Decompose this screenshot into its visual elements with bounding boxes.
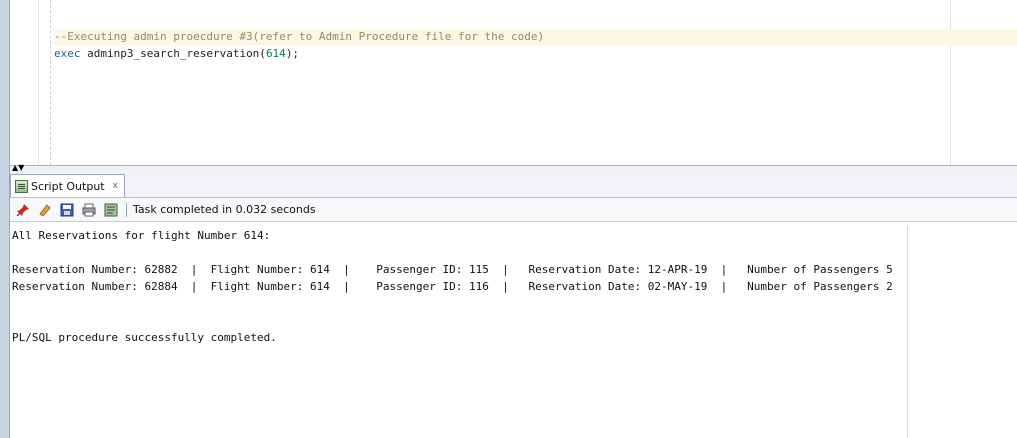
code-exec-line[interactable]: exec adminp3_search_reservation(614);	[54, 46, 299, 62]
script-output-icon	[15, 179, 28, 193]
exec-procedure: adminp3_search_reservation(	[80, 47, 266, 60]
editor-right-margin	[950, 0, 951, 165]
exec-keyword: exec	[54, 47, 81, 60]
script-output-pane[interactable]: All Reservations for flight Number 614: …	[10, 223, 1017, 438]
output-row: Reservation Number: 62884 | Flight Numbe…	[12, 280, 893, 293]
script-icon[interactable]	[102, 201, 120, 219]
output-header: All Reservations for flight Number 614:	[12, 229, 271, 242]
output-footer: PL/SQL procedure successfully completed.	[12, 331, 277, 344]
output-row: Reservation Number: 62882 | Flight Numbe…	[12, 263, 893, 276]
splitter-arrows-icon[interactable]: ▲▼	[12, 164, 24, 172]
gutter-fold-line	[50, 0, 51, 165]
output-toolbar: Task completed in 0.032 seconds	[10, 198, 1017, 222]
toolbar-separator	[126, 202, 127, 217]
code-comment-line[interactable]: --Executing admin proecdure #3(refer to …	[54, 29, 1017, 45]
tab-script-output[interactable]: Script Output x	[10, 174, 125, 197]
print-icon[interactable]	[80, 201, 98, 219]
output-tab-bar: Script Output x	[10, 173, 1017, 198]
sql-editor[interactable]: --Executing admin proecdure #3(refer to …	[10, 0, 1017, 165]
exec-argument: 614	[265, 47, 286, 60]
pin-icon[interactable]	[14, 201, 32, 219]
close-icon[interactable]: x	[113, 181, 118, 191]
output-right-margin	[907, 226, 908, 438]
status-text: Task completed in 0.032 seconds	[133, 203, 316, 216]
save-icon[interactable]	[58, 201, 76, 219]
exec-end: );	[285, 47, 300, 60]
eraser-icon[interactable]	[36, 201, 54, 219]
gutter-divider	[38, 0, 39, 165]
tab-label: Script Output	[31, 179, 105, 193]
left-panel-rail	[0, 0, 10, 438]
